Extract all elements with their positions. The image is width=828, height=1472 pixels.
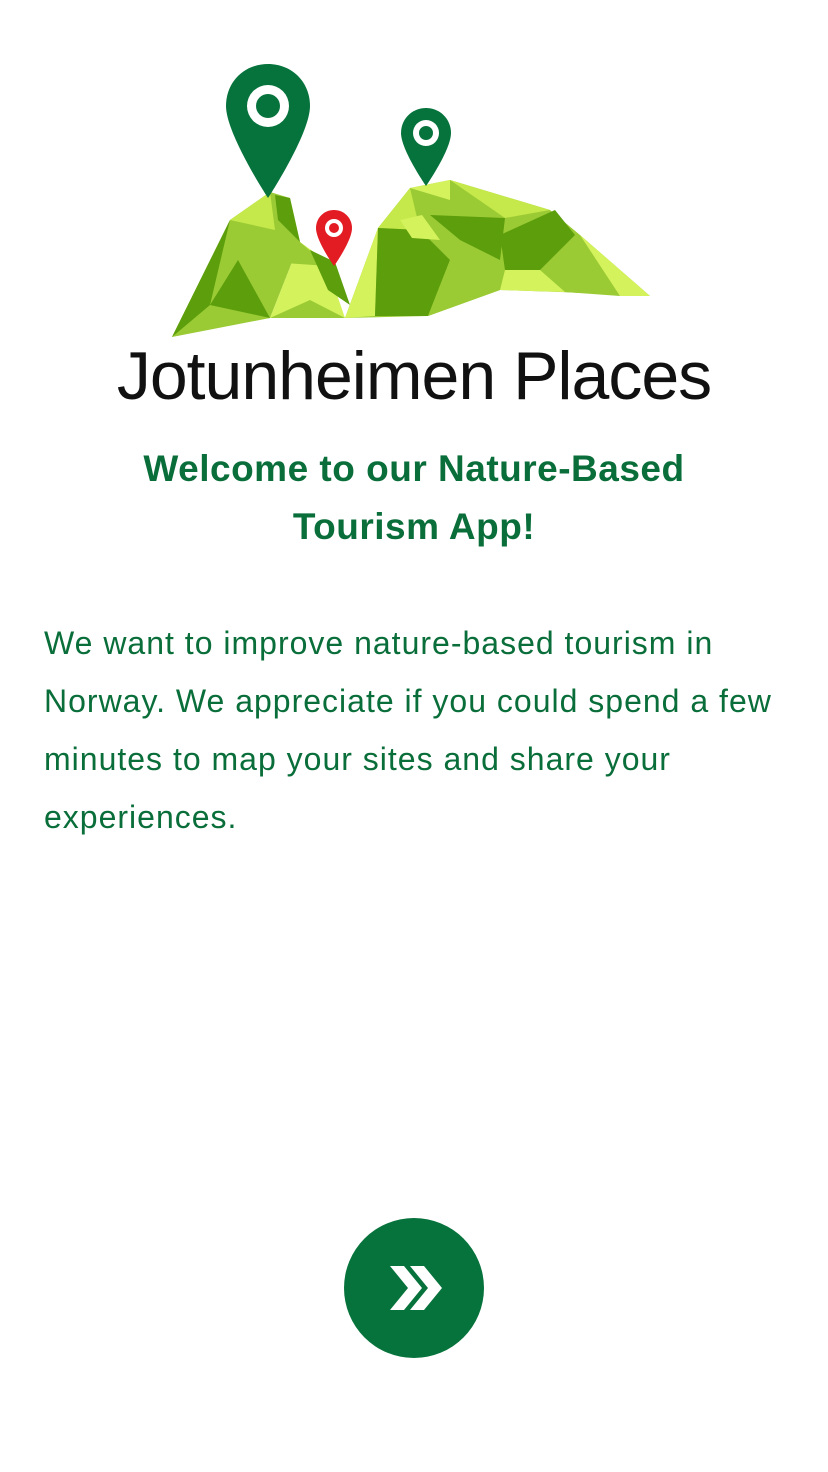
welcome-heading: Welcome to our Nature-Based Tourism App!	[143, 448, 685, 547]
app-name-title: Jotunheimen Places	[116, 338, 712, 414]
app-logo	[160, 60, 660, 345]
intro-text: We want to improve nature-based tourism …	[44, 625, 772, 835]
next-button[interactable]	[344, 1218, 484, 1358]
double-chevron-right-icon	[390, 1266, 442, 1310]
mountain-pins-logo-icon	[172, 64, 650, 337]
